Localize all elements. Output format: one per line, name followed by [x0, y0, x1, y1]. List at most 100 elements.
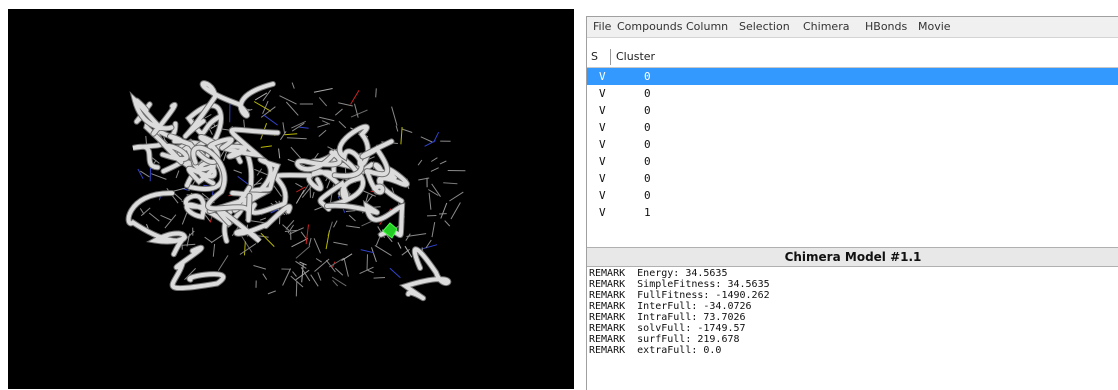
sidechain-stick [392, 107, 397, 126]
sidechain-stick [376, 88, 377, 97]
status-cell: V [599, 155, 606, 168]
sidechain-stick [390, 268, 401, 278]
table-row[interactable]: V0 [587, 153, 1118, 170]
sidechain-stick [253, 183, 261, 185]
sidechain-stick [313, 192, 315, 198]
table-row[interactable]: V0 [587, 170, 1118, 187]
sidechain-stick [441, 203, 447, 219]
table-row[interactable]: V1 [587, 204, 1118, 221]
cluster-cell: 0 [644, 104, 651, 117]
menu-file[interactable]: File [593, 20, 611, 33]
sidechain-stick [302, 264, 304, 282]
sidechain-stick [322, 121, 330, 125]
sidechain-stick [326, 230, 329, 249]
remark-line: REMARK solvFull: -1749.57 [589, 323, 1117, 334]
menu-selection[interactable]: Selection [739, 20, 790, 33]
table-row[interactable]: V0 [587, 68, 1118, 85]
sidechain-stick [375, 245, 392, 255]
sidechain-stick [151, 174, 166, 180]
sidechain-stick [161, 215, 172, 220]
sidechain-stick [263, 90, 271, 101]
cluster-cell: 1 [644, 206, 651, 219]
sidechain-stick [333, 280, 338, 286]
remark-line: REMARK extraFull: 0.0 [589, 345, 1117, 356]
sidechain-stick [374, 278, 385, 279]
sidechain-stick [319, 130, 326, 136]
sidechain-stick [261, 233, 274, 246]
menu-movie[interactable]: Movie [918, 20, 951, 33]
sidechain-stick [211, 235, 222, 243]
cluster-cell: 0 [644, 172, 651, 185]
sidechain-stick [335, 109, 342, 115]
molecule-viewport[interactable] [8, 9, 574, 389]
sidechain-stick [176, 171, 179, 178]
sidechain-stick [213, 244, 214, 257]
sidechain-stick [406, 234, 411, 241]
menu-column[interactable]: Column [686, 20, 728, 33]
sidechain-stick [319, 97, 327, 106]
sidechain-stick [334, 221, 338, 228]
ribbon-strand [173, 248, 224, 288]
sidechain-stick [432, 184, 441, 197]
sidechain-stick [205, 237, 212, 242]
status-cell: V [599, 172, 606, 185]
sidechain-stick [351, 90, 359, 104]
sidechain-stick [314, 238, 320, 253]
sidechain-stick [296, 282, 297, 297]
menu-chimera[interactable]: Chimera [803, 20, 849, 33]
sidechain-stick [263, 274, 267, 280]
sidechain-stick [329, 258, 344, 267]
sidechain-stick [421, 137, 432, 142]
sidechain-stick [428, 190, 438, 196]
sidechain-stick [255, 93, 267, 100]
sidechain-stick [431, 158, 437, 162]
cluster-cell: 0 [644, 138, 651, 151]
remark-line: REMARK FullFitness: -1490.262 [589, 290, 1117, 301]
cluster-cell: 0 [644, 155, 651, 168]
sidechain-stick [301, 232, 306, 239]
table-row[interactable]: V0 [587, 187, 1118, 204]
sidechain-stick [309, 238, 311, 246]
sidechain-stick [333, 242, 347, 245]
table-row[interactable]: V0 [587, 102, 1118, 119]
menu-compounds[interactable]: Compounds [617, 20, 683, 33]
sidechain-stick [287, 138, 307, 139]
protein-ribbon-rendering[interactable] [8, 9, 574, 389]
table-header: S Cluster [587, 47, 1118, 68]
table-row[interactable]: V0 [587, 136, 1118, 153]
sidechain-stick [344, 259, 348, 277]
sidechain-stick [374, 207, 381, 208]
status-cell: V [599, 70, 606, 83]
sidechain-stick [261, 146, 272, 148]
sidechain-stick [451, 203, 460, 220]
column-header-status[interactable]: S [591, 50, 598, 63]
sidechain-stick [283, 122, 285, 133]
status-cell: V [599, 104, 606, 117]
menu-hbonds[interactable]: HBonds [865, 20, 907, 33]
menu-bar: File Compounds Column Selection Chimera … [587, 17, 1118, 38]
sidechain-stick [285, 134, 298, 135]
sidechain-stick [449, 192, 463, 201]
sidechain-stick [188, 231, 194, 237]
column-divider[interactable] [610, 49, 611, 65]
sidechain-stick [175, 194, 182, 200]
sidechain-stick [280, 96, 297, 104]
table-row[interactable]: V0 [587, 85, 1118, 102]
sidechain-stick [418, 178, 429, 180]
sidechain-stick [140, 208, 144, 214]
ribbon-strand [135, 100, 175, 134]
sidechain-stick [254, 102, 271, 112]
sidechain-stick [396, 126, 398, 132]
remark-line: REMARK InterFull: -34.0726 [589, 301, 1117, 312]
sidechain-stick [286, 220, 294, 229]
sidechain-stick [418, 160, 422, 165]
column-header-cluster[interactable]: Cluster [616, 50, 655, 63]
table-row[interactable]: V0 [587, 119, 1118, 136]
ribbon-strand [129, 193, 185, 254]
sidechain-stick [440, 161, 446, 164]
sidechain-stick [296, 246, 310, 258]
sidechain-stick [326, 260, 335, 272]
sidechain-stick [182, 213, 187, 225]
sidechain-stick [349, 215, 355, 221]
sidechain-stick [279, 149, 280, 159]
